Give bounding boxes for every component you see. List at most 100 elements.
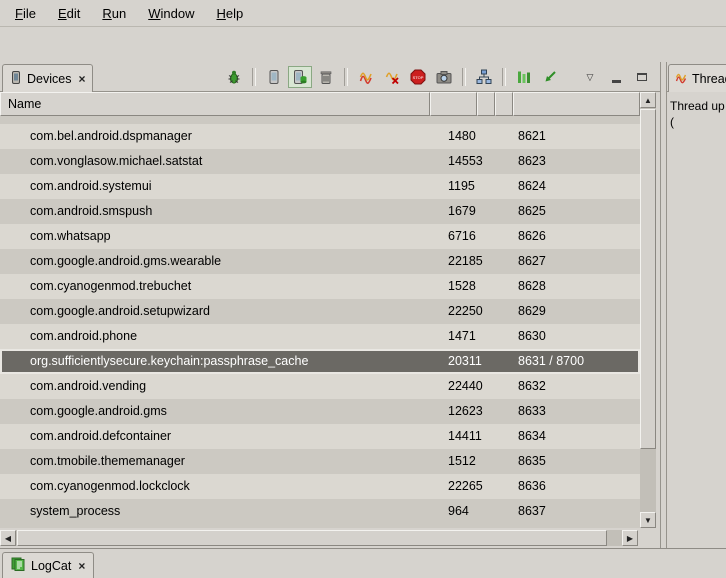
devices-tab-label: Devices xyxy=(27,72,71,86)
table-row[interactable]: com.google.android.gms 12623 8633 xyxy=(0,399,640,424)
toolbar-separator xyxy=(462,68,466,86)
stop-process-icon[interactable]: STOP xyxy=(406,66,430,88)
table-row[interactable]: com.android.systemui 1195 8624 xyxy=(0,174,640,199)
process-port: 8631 / 8700 xyxy=(518,351,584,372)
process-name: com.google.android.gms.wearable xyxy=(0,249,221,274)
scroll-down-icon[interactable]: ▼ xyxy=(640,512,656,528)
threads-message-line1: Thread up xyxy=(670,98,726,114)
column-header-port[interactable] xyxy=(513,92,640,116)
table-row[interactable]: org.sufficientlysecure.keychain:passphra… xyxy=(0,349,640,374)
partial-row xyxy=(0,116,640,124)
device-icon xyxy=(10,71,22,87)
process-pid: 22440 xyxy=(448,374,483,399)
menu-run[interactable]: Run xyxy=(91,2,137,25)
table-row[interactable]: com.google.android.setupwizard 22250 862… xyxy=(0,299,640,324)
process-pid: 1679 xyxy=(448,199,476,224)
scroll-left-icon[interactable]: ◀ xyxy=(0,530,16,546)
process-name: com.whatsapp xyxy=(0,224,111,249)
table-row[interactable]: com.tmobile.thememanager 1512 8635 xyxy=(0,449,640,474)
column-header-pid[interactable] xyxy=(430,92,477,116)
process-name: com.google.android.setupwizard xyxy=(0,299,210,324)
cause-gc-icon[interactable] xyxy=(314,66,338,88)
table-row[interactable]: com.vonglasow.michael.satstat 14553 8623 xyxy=(0,149,640,174)
table-row[interactable]: com.google.android.gms.wearable 22185 86… xyxy=(0,249,640,274)
method-profiling-icon[interactable] xyxy=(538,66,562,88)
vertical-scrollbar[interactable]: ▲ ▼ xyxy=(640,92,656,528)
logcat-tab-label: LogCat xyxy=(31,559,71,573)
process-port: 8626 xyxy=(518,224,546,249)
process-name: com.android.smspush xyxy=(0,199,152,224)
process-name: com.bel.android.dspmanager xyxy=(0,124,192,149)
menu-file[interactable]: File xyxy=(4,2,47,25)
table-row[interactable]: com.android.phone 1471 8630 xyxy=(0,324,640,349)
tab-threads[interactable]: Threads × xyxy=(668,64,726,92)
table-row[interactable]: com.android.defcontainer 14411 8634 xyxy=(0,424,640,449)
dump-hprof-icon[interactable] xyxy=(288,66,312,88)
update-threads-icon[interactable] xyxy=(354,66,378,88)
update-heap-icon[interactable] xyxy=(262,66,286,88)
process-port: 8623 xyxy=(518,149,546,174)
process-pid: 1528 xyxy=(448,274,476,299)
devices-view: Devices × STOP xyxy=(0,62,661,548)
systrace-icon[interactable] xyxy=(512,66,536,88)
horizontal-scrollbar-thumb[interactable] xyxy=(17,530,607,546)
scroll-up-icon[interactable]: ▲ xyxy=(640,92,656,108)
debug-icon[interactable] xyxy=(222,66,246,88)
tab-devices[interactable]: Devices × xyxy=(2,64,93,92)
process-port: 8632 xyxy=(518,374,546,399)
close-icon[interactable]: × xyxy=(78,72,85,86)
column-header-a[interactable] xyxy=(477,92,495,116)
table-row[interactable]: system_process 964 8637 xyxy=(0,499,640,524)
process-list: com.bel.android.dspmanager 1480 8621 com… xyxy=(0,116,640,528)
process-pid: 964 xyxy=(448,499,469,524)
menu-edit[interactable]: Edit xyxy=(47,2,91,25)
process-pid: 22185 xyxy=(448,249,483,274)
process-pid: 12623 xyxy=(448,399,483,424)
table-row[interactable]: com.android.smspush 1679 8625 xyxy=(0,199,640,224)
horizontal-scrollbar[interactable]: ◀ ▶ xyxy=(0,530,638,546)
table-row[interactable]: com.cyanogenmod.lockclock 22265 8636 xyxy=(0,474,640,499)
vertical-scrollbar-thumb[interactable] xyxy=(640,109,656,449)
process-port: 8637 xyxy=(518,499,546,524)
threads-message: Thread up ( xyxy=(667,92,726,130)
column-header-name[interactable]: Name xyxy=(0,92,430,116)
process-port: 8627 xyxy=(518,249,546,274)
stop-method-profiling-icon[interactable] xyxy=(380,66,404,88)
process-name: com.android.phone xyxy=(0,324,137,349)
table-row[interactable]: com.whatsapp 6716 8626 xyxy=(0,224,640,249)
toolbar-separator xyxy=(252,68,256,86)
process-port: 8635 xyxy=(518,449,546,474)
process-pid: 14411 xyxy=(448,424,482,449)
process-pid: 6716 xyxy=(448,224,476,249)
table-row[interactable]: com.cyanogenmod.trebuchet 1528 8628 xyxy=(0,274,640,299)
process-name: system_process xyxy=(0,499,120,524)
menu-bar: File Edit Run Window Help xyxy=(0,0,726,27)
process-name: com.android.defcontainer xyxy=(0,424,171,449)
process-port: 8625 xyxy=(518,199,546,224)
menu-help[interactable]: Help xyxy=(205,2,254,25)
process-name: com.android.systemui xyxy=(0,174,152,199)
threads-header: Threads × xyxy=(667,62,726,92)
minimize-icon[interactable] xyxy=(604,66,628,88)
table-row[interactable]: com.bel.android.dspmanager 1480 8621 xyxy=(0,124,640,149)
logcat-icon xyxy=(11,557,26,574)
screen-capture-icon[interactable] xyxy=(432,66,456,88)
process-pid: 22265 xyxy=(448,474,483,499)
process-pid: 20311 xyxy=(448,351,482,372)
view-menu-icon[interactable]: ▽ xyxy=(578,66,602,88)
tab-logcat[interactable]: LogCat × xyxy=(2,552,94,578)
process-port: 8630 xyxy=(518,324,546,349)
process-port: 8624 xyxy=(518,174,546,199)
process-port: 8621 xyxy=(518,124,546,149)
column-header-b[interactable] xyxy=(495,92,513,116)
scroll-right-icon[interactable]: ▶ xyxy=(622,530,638,546)
devices-toolbar: STOP ▽ xyxy=(222,65,654,89)
table-row[interactable]: com.android.vending 22440 8632 xyxy=(0,374,640,399)
menu-window[interactable]: Window xyxy=(137,2,205,25)
hierarchy-view-icon[interactable] xyxy=(472,66,496,88)
devices-header: Devices × STOP xyxy=(0,62,660,92)
process-name: com.cyanogenmod.trebuchet xyxy=(0,274,191,299)
close-icon[interactable]: × xyxy=(78,559,85,573)
table-header: Name xyxy=(0,92,640,116)
maximize-icon[interactable] xyxy=(630,66,654,88)
